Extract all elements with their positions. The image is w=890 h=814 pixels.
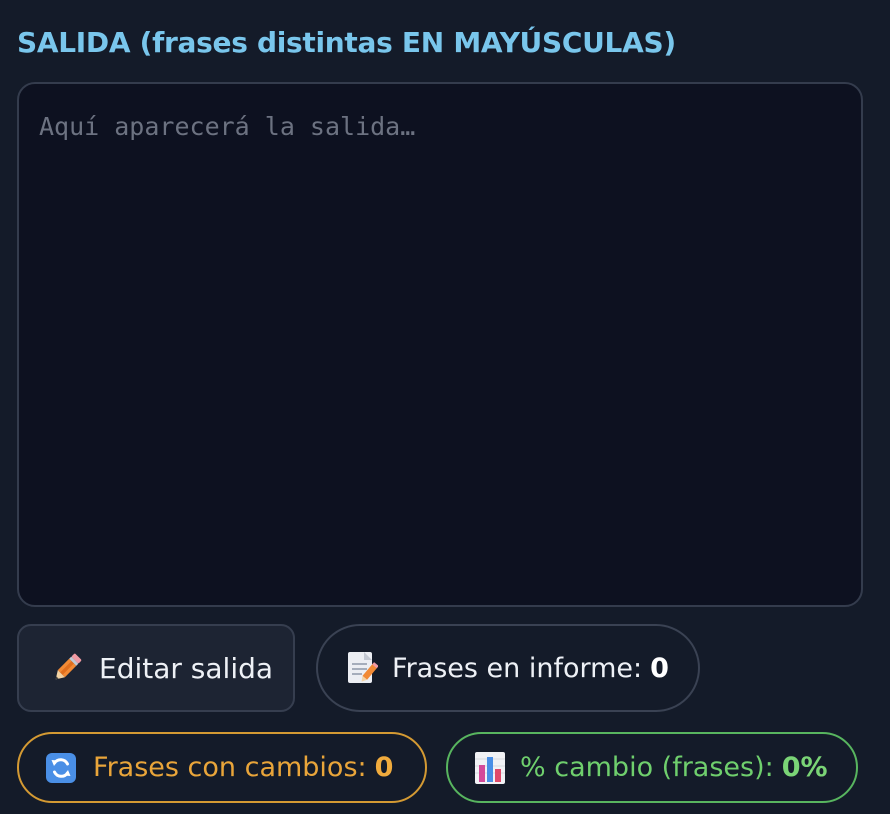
bar-chart-icon [474,751,506,785]
memo-icon [346,651,378,685]
output-textarea[interactable] [17,82,863,607]
pencil-icon [49,650,85,686]
report-count-label: Frases en informe: [392,652,643,684]
changes-count-badge: Frases con cambios: 0 [17,732,427,803]
changes-count-value: 0 [374,752,394,783]
edit-output-label: Editar salida [99,651,274,685]
edit-output-button[interactable]: Editar salida [17,624,295,712]
section-title: SALIDA (frases distintas EN MAYÚSCULAS) [17,26,676,59]
change-percent-label: % cambio (frases): [520,752,774,783]
report-count-value: 0 [650,652,669,684]
change-percent-value: 0% [781,752,828,783]
report-count-badge: Frases en informe: 0 [316,624,700,712]
changes-count-label: Frases con cambios: [93,752,367,783]
refresh-icon [45,752,77,784]
change-percent-badge: % cambio (frases): 0% [446,732,858,803]
